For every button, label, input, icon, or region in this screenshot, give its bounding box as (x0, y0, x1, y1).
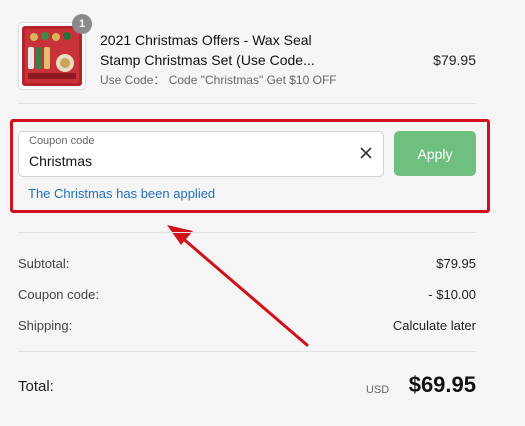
total-value: $69.95 (408, 372, 476, 397)
shipping-value: Calculate later (392, 318, 476, 333)
clear-icon[interactable] (358, 145, 374, 161)
summary-row-coupon: Coupon code: - $10.00 (18, 287, 476, 307)
apply-button[interactable]: Apply (394, 131, 476, 176)
coupon-discount-label: Coupon code: (18, 287, 99, 302)
coupon-code-field[interactable]: Coupon code Christmas (18, 131, 384, 177)
coupon-code-input[interactable]: Christmas (29, 153, 92, 169)
product-code-note: Use Code： Code "Christmas" Get $10 OFF (100, 73, 337, 87)
shipping-label: Shipping: (18, 318, 73, 333)
divider (18, 351, 476, 352)
subtotal-value: $79.95 (436, 256, 476, 271)
summary-row-subtotal: Subtotal: $79.95 (18, 256, 476, 276)
quantity-badge: 1 (72, 14, 92, 34)
total-label: Total: (18, 378, 54, 395)
currency-label: USD (366, 384, 390, 396)
coupon-applied-message: The Christmas has been applied (28, 186, 216, 201)
coupon-code-label: Coupon code (29, 135, 95, 147)
summary-row-shipping: Shipping: Calculate later (18, 318, 476, 338)
divider (18, 232, 476, 233)
cart-item: 1 2021 Christmas Offers - Wax Seal Stamp… (18, 14, 478, 92)
coupon-discount-value: - $10.00 (428, 287, 476, 302)
subtotal-label: Subtotal: (18, 256, 70, 271)
divider (18, 103, 476, 104)
product-title[interactable]: 2021 Christmas Offers - Wax Seal Stamp C… (100, 30, 325, 70)
product-price: $79.95 (433, 52, 476, 68)
